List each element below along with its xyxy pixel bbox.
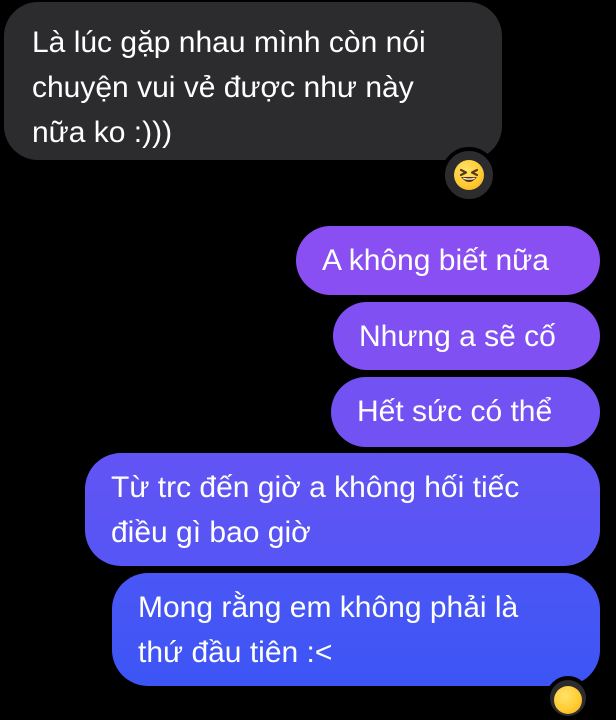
grinning-squinting-face-icon: [454, 160, 484, 190]
message-reaction[interactable]: [546, 676, 590, 720]
message-line: nữa ko :))): [32, 116, 173, 149]
message-line: Nhưng a sẽ cố: [359, 320, 556, 353]
message-line: Hết sức có thể: [357, 395, 553, 428]
message-line: Là lúc gặp nhau mình còn nói: [32, 26, 426, 59]
message-line: A không biết nữa: [322, 244, 549, 277]
message-line: thứ đầu tiên :<: [138, 636, 333, 669]
message-line: chuyện vui vẻ được như này: [32, 71, 414, 104]
outgoing-message-bubble[interactable]: Mong rằng em không phải là thứ đầu tiên …: [112, 573, 600, 686]
outgoing-message-bubble[interactable]: Hết sức có thể: [331, 377, 600, 447]
outgoing-message-bubble[interactable]: A không biết nữa: [296, 226, 600, 295]
incoming-message-bubble[interactable]: Là lúc gặp nhau mình còn nói chuyện vui …: [4, 2, 502, 160]
message-reaction[interactable]: [441, 147, 497, 203]
message-line: điều gì bao giờ: [111, 516, 311, 549]
emoji-reaction-icon: [554, 686, 582, 714]
outgoing-message-bubble[interactable]: Nhưng a sẽ cố: [333, 302, 600, 370]
outgoing-message-bubble[interactable]: Từ trc đến giờ a không hối tiếc điều gì …: [85, 453, 600, 566]
message-line: Mong rằng em không phải là: [138, 591, 519, 624]
chat-thread: Là lúc gặp nhau mình còn nói chuyện vui …: [0, 0, 616, 720]
message-line: Từ trc đến giờ a không hối tiếc: [111, 471, 520, 504]
